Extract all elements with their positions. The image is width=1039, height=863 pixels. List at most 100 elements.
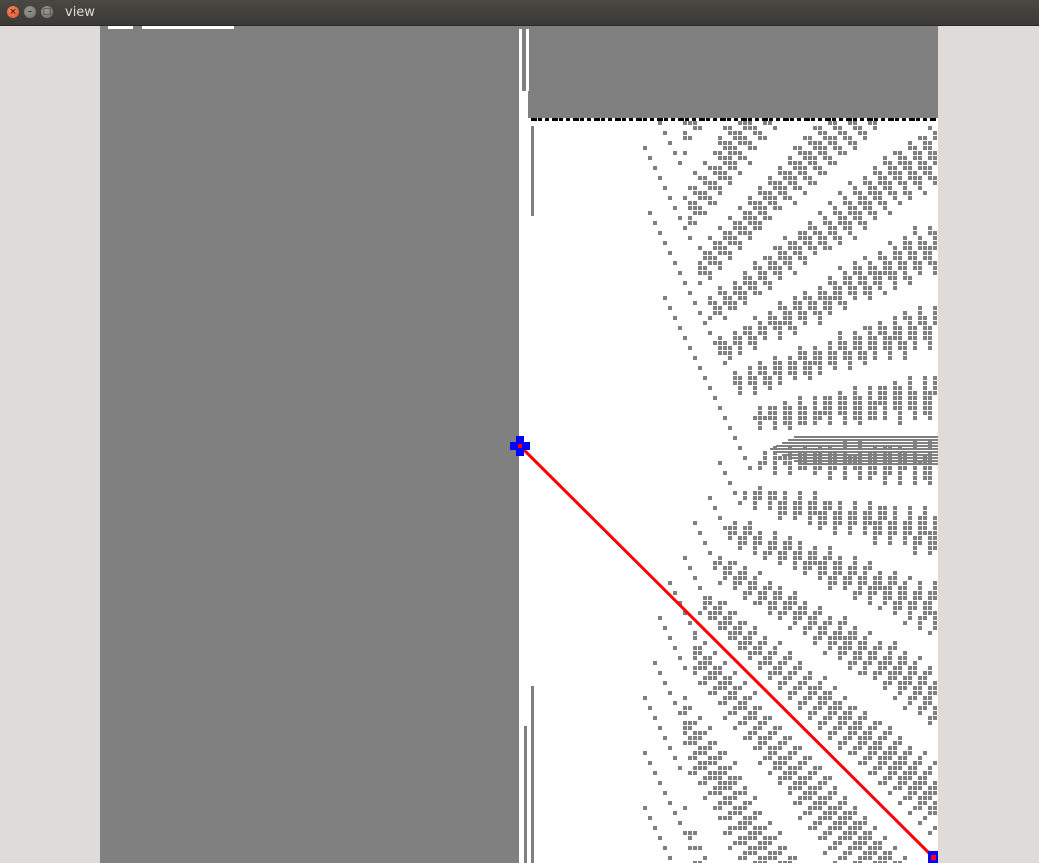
scan-cell xyxy=(758,641,762,645)
scan-cell xyxy=(703,766,707,770)
scan-cell xyxy=(828,471,832,475)
scan-cell xyxy=(713,301,717,305)
scan-cell xyxy=(898,256,902,260)
scan-cell xyxy=(783,681,787,685)
scan-cell xyxy=(873,416,877,420)
scan-cell xyxy=(828,296,832,300)
scan-cell xyxy=(868,346,872,350)
scan-cell xyxy=(688,291,692,295)
scan-cell xyxy=(793,326,797,330)
scan-cell xyxy=(668,581,672,585)
scan-cell xyxy=(823,676,827,680)
scan-cell xyxy=(868,286,872,290)
scan-cell xyxy=(738,381,742,385)
scan-cell xyxy=(738,641,742,645)
minimize-button[interactable]: – xyxy=(24,6,36,18)
scan-cell xyxy=(748,846,752,850)
scan-cell xyxy=(843,221,847,225)
scan-cell xyxy=(713,786,717,790)
scan-cell xyxy=(838,631,842,635)
scan-cell xyxy=(928,721,932,725)
scan-cell xyxy=(893,526,897,530)
scan-cell xyxy=(733,631,737,635)
scan-cell xyxy=(743,276,747,280)
scan-cell xyxy=(768,176,772,180)
scan-cell xyxy=(768,506,772,510)
scan-cell xyxy=(788,426,792,430)
scan-cell xyxy=(743,681,747,685)
scan-cell xyxy=(793,146,797,150)
scan-cell xyxy=(853,746,857,750)
scan-cell xyxy=(723,681,727,685)
scan-cell xyxy=(723,146,727,150)
occupancy-grid-map[interactable] xyxy=(0,26,1039,863)
scan-cell xyxy=(678,711,682,715)
scan-cell xyxy=(803,296,807,300)
wall-segment xyxy=(755,118,759,121)
scan-cell xyxy=(863,636,867,640)
scan-cell xyxy=(898,151,902,155)
scan-cell xyxy=(918,521,922,525)
scan-cell xyxy=(868,181,872,185)
scan-cell xyxy=(838,836,842,840)
scan-cell xyxy=(883,416,887,420)
scan-cell xyxy=(888,651,892,655)
goal-marker-icon[interactable] xyxy=(928,851,938,863)
scan-cell xyxy=(818,291,822,295)
scan-cell xyxy=(883,181,887,185)
scan-cell xyxy=(728,166,732,170)
scan-cell xyxy=(923,406,927,410)
scan-cell xyxy=(783,501,787,505)
scan-cell xyxy=(748,816,752,820)
scan-cell xyxy=(788,361,792,365)
scan-cell xyxy=(743,456,747,460)
title-bar[interactable]: × – □ view xyxy=(0,0,1039,26)
scan-cell xyxy=(693,751,697,755)
scan-cell xyxy=(853,811,857,815)
scan-cell xyxy=(843,401,847,405)
scan-cell xyxy=(758,811,762,815)
scan-cell xyxy=(823,246,827,250)
map-view[interactable] xyxy=(0,26,1039,863)
scan-cell xyxy=(923,751,927,755)
scan-cell xyxy=(733,691,737,695)
scan-cell xyxy=(908,191,912,195)
scan-cell xyxy=(883,176,887,180)
scan-cell xyxy=(858,266,862,270)
scan-cell xyxy=(898,596,902,600)
scan-cell xyxy=(803,416,807,420)
scan-cell xyxy=(838,126,842,130)
close-button[interactable]: × xyxy=(7,6,19,18)
scan-cell xyxy=(718,671,722,675)
scan-cell xyxy=(853,261,857,265)
wall-segment xyxy=(685,118,689,121)
scan-cell xyxy=(833,286,837,290)
scan-cell xyxy=(913,696,917,700)
scan-cell xyxy=(723,601,727,605)
scan-cell xyxy=(893,771,897,775)
scan-cell xyxy=(763,191,767,195)
scan-cell xyxy=(863,511,867,515)
scan-cell xyxy=(918,581,922,585)
scan-cell xyxy=(778,556,782,560)
scan-cell xyxy=(853,661,857,665)
scan-cell xyxy=(793,201,797,205)
scan-cell xyxy=(673,811,677,815)
scan-cell xyxy=(798,401,802,405)
scan-cell xyxy=(788,256,792,260)
scan-cell xyxy=(733,301,737,305)
scan-cell xyxy=(748,651,752,655)
scan-cell xyxy=(893,646,897,650)
scan-cell xyxy=(893,761,897,765)
scan-cell xyxy=(748,851,752,855)
scan-cell xyxy=(803,701,807,705)
maximize-button[interactable]: □ xyxy=(41,6,53,18)
scan-cell xyxy=(878,516,882,520)
scan-cell xyxy=(713,261,717,265)
scan-cell xyxy=(913,396,917,400)
scan-cell xyxy=(878,506,882,510)
scan-cell xyxy=(918,801,922,805)
scan-cell xyxy=(873,766,877,770)
scan-cell xyxy=(753,706,757,710)
scan-cell xyxy=(803,776,807,780)
